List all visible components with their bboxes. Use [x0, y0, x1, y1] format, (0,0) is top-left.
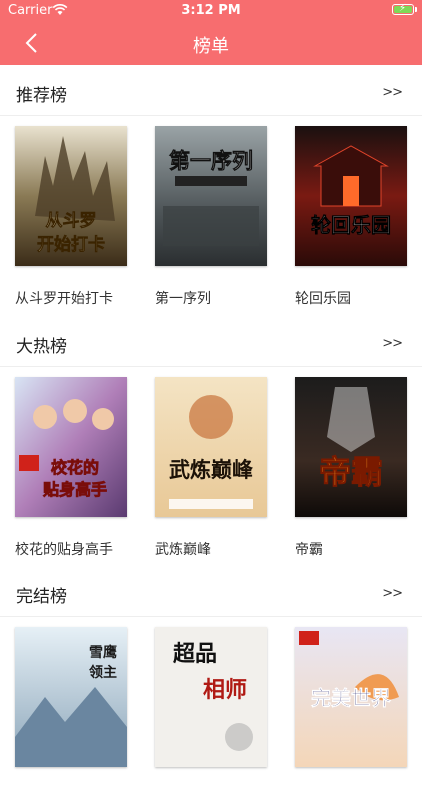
book-cover[interactable]: 武炼巅峰: [155, 377, 267, 517]
more-button[interactable]: >>: [382, 85, 403, 100]
book-cover[interactable]: 雪鹰 领主: [15, 627, 127, 767]
book-cover[interactable]: 帝霸: [295, 377, 407, 517]
divider: [0, 616, 422, 617]
book-card[interactable]: 从斗罗 开始打卡 从斗罗开始打卡: [15, 126, 127, 308]
book-card[interactable]: 第一序列 第一序列: [155, 126, 267, 308]
book-cover[interactable]: 轮回乐园: [295, 126, 407, 266]
section-title: 完结榜: [16, 587, 67, 607]
divider: [0, 366, 422, 367]
book-cover[interactable]: 完美世界: [295, 627, 407, 767]
svg-text:轮回乐园: 轮回乐园: [311, 213, 391, 237]
svg-text:武炼巅峰: 武炼巅峰: [169, 458, 253, 482]
svg-text:超品: 超品: [173, 642, 217, 667]
status-bar: Carrier 3:12 PM ⚡: [0, 0, 422, 22]
more-button[interactable]: >>: [382, 586, 403, 601]
book-card[interactable]: 校花的 贴身高手 校花的贴身高手: [15, 377, 127, 559]
book-card[interactable]: 超品 相师: [155, 627, 267, 789]
book-card[interactable]: 帝霸 帝霸: [295, 377, 407, 559]
book-title: 帝霸: [295, 542, 323, 558]
book-cover[interactable]: 从斗罗 开始打卡: [15, 126, 127, 266]
book-cover[interactable]: 校花的 贴身高手: [15, 377, 127, 517]
svg-text:领主: 领主: [89, 664, 117, 681]
status-time: 3:12 PM: [181, 3, 241, 18]
book-cover[interactable]: 超品 相师: [155, 627, 267, 767]
section-title: 大热榜: [16, 337, 67, 357]
book-title: 轮回乐园: [295, 291, 351, 307]
svg-text:帝霸: 帝霸: [319, 453, 383, 491]
section-title: 推荐榜: [16, 86, 67, 106]
more-button[interactable]: >>: [382, 336, 403, 351]
book-card[interactable]: 轮回乐园 轮回乐园: [295, 126, 407, 308]
header: Carrier 3:12 PM ⚡ 榜单: [0, 0, 422, 65]
svg-text:校花的: 校花的: [51, 458, 99, 477]
book-card[interactable]: 雪鹰 领主: [15, 627, 127, 789]
svg-text:第一序列: 第一序列: [169, 149, 253, 173]
book-title: 武炼巅峰: [155, 542, 211, 558]
book-card[interactable]: 完美世界: [295, 627, 407, 789]
book-title: 校花的贴身高手: [15, 542, 113, 558]
book-title: 第一序列: [155, 291, 211, 307]
svg-text:从斗罗: 从斗罗: [46, 211, 97, 231]
section-header-finished: 完结榜 >>: [0, 568, 422, 618]
divider: [0, 115, 422, 116]
svg-text:开始打卡: 开始打卡: [37, 234, 105, 255]
book-cover[interactable]: 第一序列: [155, 126, 267, 266]
svg-text:完美世界: 完美世界: [311, 686, 391, 710]
section-header-recommend: 推荐榜 >>: [0, 67, 422, 117]
book-card[interactable]: 武炼巅峰 武炼巅峰: [155, 377, 267, 559]
battery-icon: ⚡: [392, 3, 414, 15]
book-title: 从斗罗开始打卡: [15, 291, 113, 307]
svg-text:相师: 相师: [203, 677, 247, 703]
battery-tip: [415, 7, 417, 12]
svg-text:雪鹰: 雪鹰: [89, 644, 117, 661]
nav-bar: 榜单: [0, 22, 422, 65]
page-title: 榜单: [193, 36, 229, 57]
section-header-hot: 大热榜 >>: [0, 318, 422, 368]
svg-text:贴身高手: 贴身高手: [43, 480, 107, 499]
